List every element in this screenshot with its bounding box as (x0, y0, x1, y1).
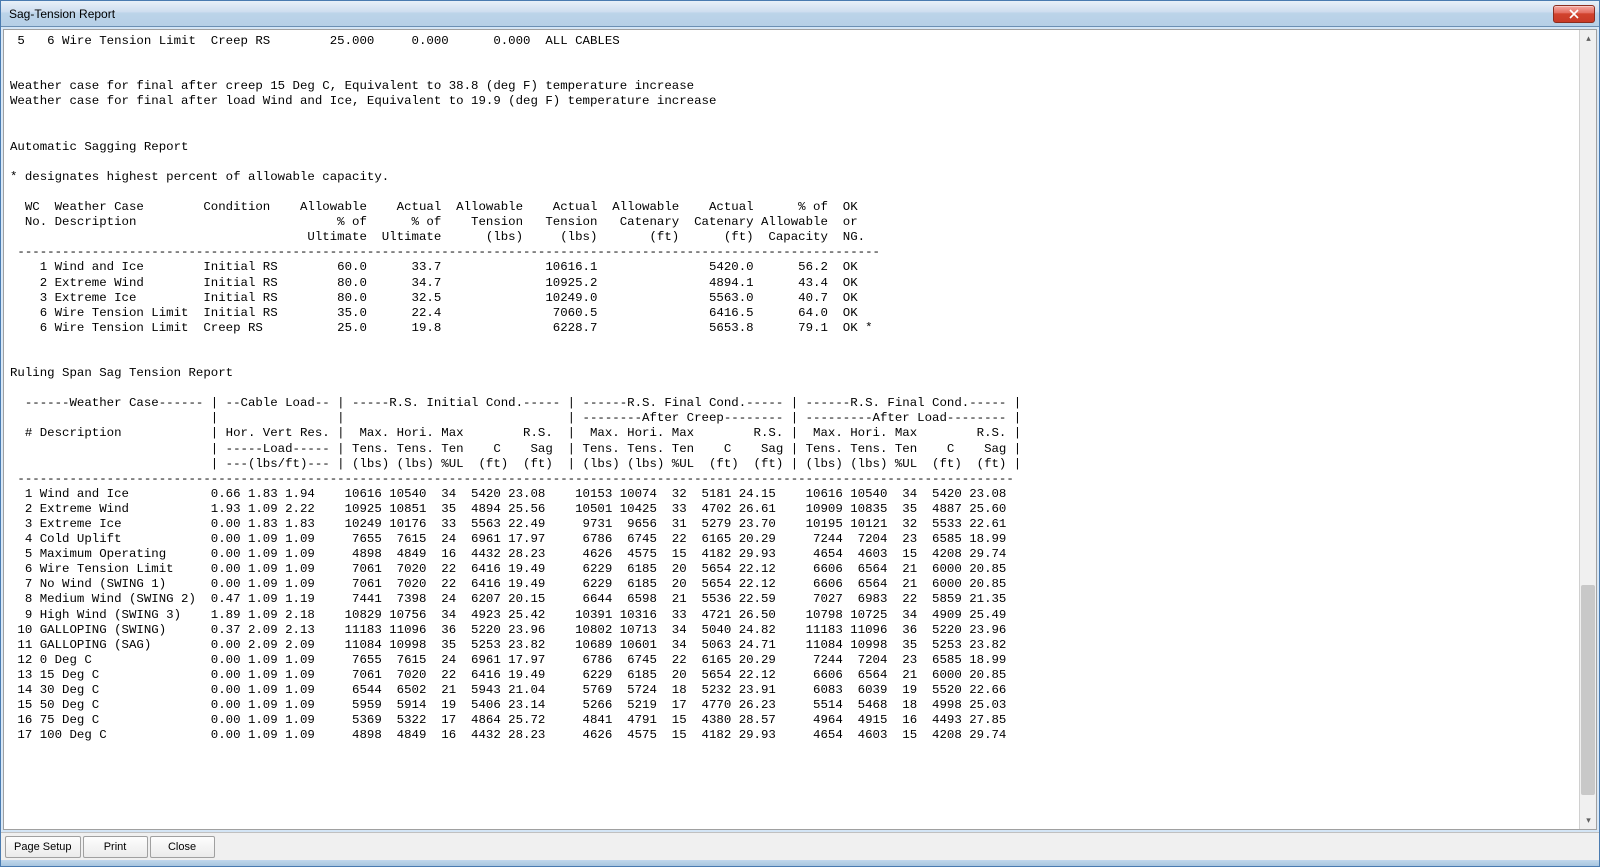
page-setup-button[interactable]: Page Setup (5, 836, 81, 858)
vertical-scrollbar[interactable]: ▴ ▾ (1579, 30, 1596, 829)
button-bar: Page Setup Print Close (1, 832, 1599, 860)
close-window-button[interactable] (1553, 5, 1595, 23)
close-icon (1569, 9, 1579, 19)
window-title: Sag-Tension Report (9, 7, 115, 21)
titlebar[interactable]: Sag-Tension Report (1, 1, 1599, 27)
report-text: 5 6 Wire Tension Limit Creep RS 25.000 0… (4, 30, 1579, 829)
window-bottom-border (1, 860, 1599, 866)
scrollbar-thumb[interactable] (1581, 585, 1595, 795)
close-button[interactable]: Close (150, 836, 215, 858)
report-window: Sag-Tension Report 5 6 Wire Tension Limi… (0, 0, 1600, 867)
print-button[interactable]: Print (83, 836, 148, 858)
content-area: 5 6 Wire Tension Limit Creep RS 25.000 0… (3, 29, 1597, 830)
scroll-up-arrow-icon[interactable]: ▴ (1580, 30, 1597, 47)
scroll-down-arrow-icon[interactable]: ▾ (1580, 812, 1597, 829)
